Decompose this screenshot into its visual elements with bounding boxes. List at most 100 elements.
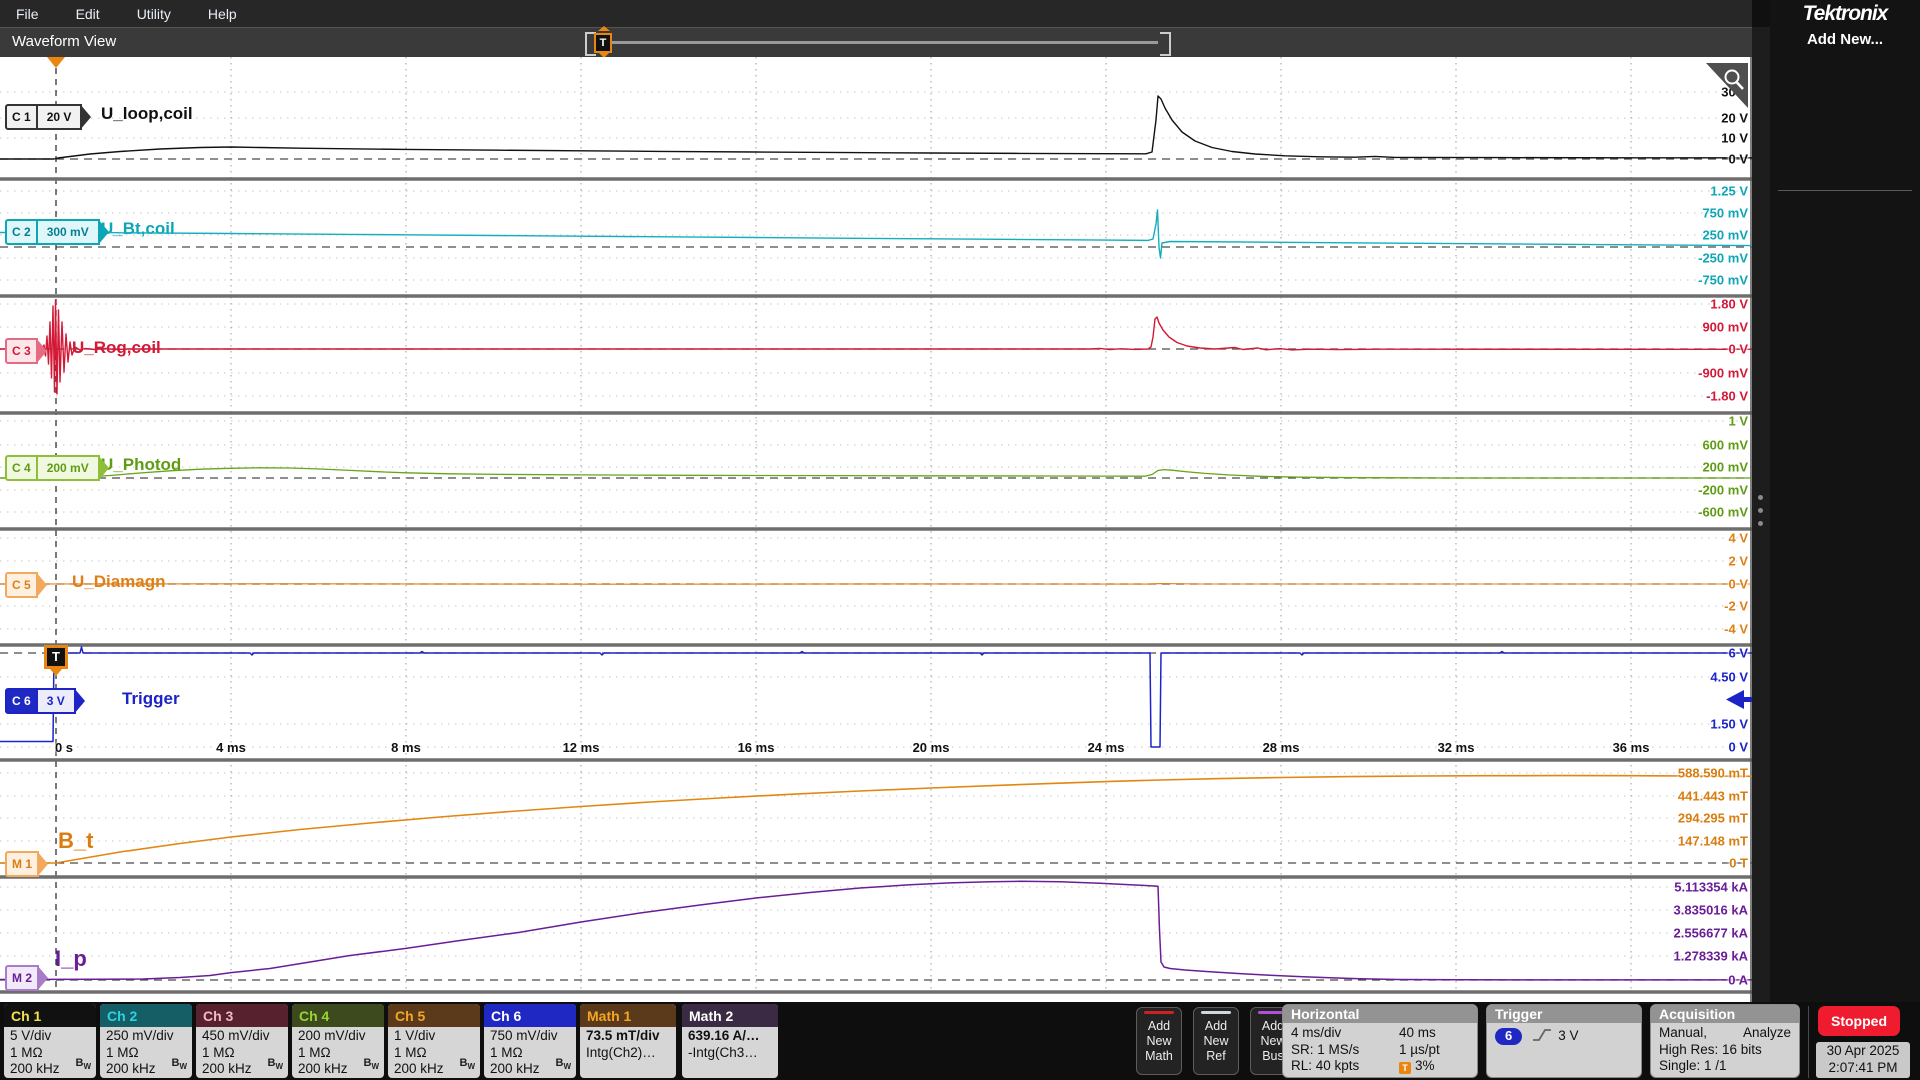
menu-bar: File Edit Utility Help [0, 0, 1752, 27]
right-panel: Tektronix Add New... [1770, 0, 1920, 1002]
overview-window-line[interactable] [612, 41, 1158, 44]
badge-title: Math 2 [682, 1004, 778, 1027]
menu-utility[interactable]: Utility [137, 6, 171, 22]
setting-row: 250 mV/div [106, 1028, 186, 1045]
badge-scale: 20 V [38, 106, 81, 128]
setting-row: 5 V/div [10, 1028, 90, 1045]
panel-splitter[interactable] [1752, 27, 1770, 1002]
math-badge-m2[interactable]: M 2 [5, 965, 39, 991]
badge-title: Ch 6 [484, 1004, 576, 1027]
channel-settings-badge-math2[interactable]: Math 2639.16 A/…-Intg(Ch3… [682, 1004, 778, 1078]
badge-id: M 1 [7, 853, 37, 875]
channel-badge-c1[interactable]: C 1 20 V [5, 104, 82, 130]
acq-mode: Manual, [1659, 1025, 1707, 1042]
badge-id: C 6 [7, 690, 38, 712]
rising-edge-icon [1532, 1028, 1552, 1042]
channel-badge-c2[interactable]: C 2 300 mV [5, 219, 100, 245]
time-label: 2:07:41 PM [1816, 1059, 1910, 1076]
bottom-status-bar: Ch 15 V/div1 MΩ200 kHzBWCh 2250 mV/div1 … [0, 1002, 1920, 1080]
channel-settings-badge-ch4[interactable]: Ch 4200 mV/div1 MΩ200 kHzBW [292, 1004, 384, 1078]
overview-right-bracket[interactable] [1160, 32, 1171, 56]
badge-title: Ch 2 [100, 1004, 192, 1027]
channel-badge-c6[interactable]: C 6 3 V [5, 688, 76, 714]
badge-id: M 2 [7, 967, 37, 989]
badge-id: C 1 [7, 106, 38, 128]
badge-settings: 450 mV/div1 MΩ200 kHzBW [196, 1027, 288, 1078]
badge-settings: 750 mV/div1 MΩ200 kHzBW [484, 1027, 576, 1078]
overview-trigger-icon[interactable]: T [594, 33, 612, 53]
h-scale: 4 ms/div [1291, 1025, 1399, 1042]
view-title: Waveform View [12, 33, 116, 50]
acq-single: Single: 1 /1 [1659, 1058, 1791, 1075]
badge-title: Ch 5 [388, 1004, 480, 1027]
badge-title: Ch 4 [292, 1004, 384, 1027]
menu-file[interactable]: File [16, 6, 39, 22]
badge-title: Math 1 [580, 1004, 676, 1027]
datetime-display: 30 Apr 2025 2:07:41 PM [1816, 1042, 1910, 1078]
tektronix-logo: Tektronix [1770, 2, 1920, 26]
bandwidth-limit-icon: BW [363, 1055, 379, 1076]
date-label: 30 Apr 2025 [1816, 1042, 1910, 1059]
bandwidth-limit-icon: BW [459, 1055, 475, 1076]
horizontal-title: Horizontal [1283, 1005, 1477, 1023]
acquisition-panel[interactable]: Acquisition Manual, Analyze High Res: 16 … [1650, 1004, 1800, 1078]
add-new-ref-button[interactable]: Add New Ref [1193, 1007, 1239, 1075]
menu-help[interactable]: Help [208, 6, 237, 22]
badge-settings: 1 V/div1 MΩ200 kHzBW [388, 1027, 480, 1078]
h-resolution: 1 µs/pt [1399, 1042, 1469, 1059]
overlay-layer [0, 57, 1752, 1002]
setting-row: 73.5 mT/div [586, 1028, 670, 1045]
setting-row: -Intg(Ch3… [688, 1045, 772, 1062]
acquisition-title: Acquisition [1651, 1005, 1799, 1023]
menu-edit[interactable]: Edit [76, 6, 100, 22]
channel-settings-badge-ch2[interactable]: Ch 2250 mV/div1 MΩ200 kHzBW [100, 1004, 192, 1078]
badge-scale: 200 mV [38, 457, 98, 479]
setting-row: 639.16 A/… [688, 1028, 772, 1045]
trigger-position-icon[interactable] [47, 57, 65, 68]
setting-row: 450 mV/div [202, 1028, 282, 1045]
channel-settings-badge-ch5[interactable]: Ch 51 V/div1 MΩ200 kHzBW [388, 1004, 480, 1078]
setting-row: Intg(Ch2)… [586, 1045, 670, 1062]
badge-scale: 3 V [38, 690, 74, 712]
badge-settings: 250 mV/div1 MΩ200 kHzBW [100, 1027, 192, 1078]
badge-settings: 639.16 A/…-Intg(Ch3… [682, 1027, 778, 1062]
badge-scale: 300 mV [38, 221, 98, 243]
math-badge-m1[interactable]: M 1 [5, 851, 39, 877]
run-stop-status-button[interactable]: Stopped [1818, 1006, 1900, 1036]
add-new-math-button[interactable]: Add New Math [1136, 1007, 1182, 1075]
setting-row: 750 mV/div [490, 1028, 570, 1045]
trigger-panel[interactable]: Trigger 63 V [1486, 1004, 1642, 1078]
trigger-position-icon: T [1399, 1062, 1411, 1074]
bandwidth-limit-icon: BW [75, 1055, 91, 1076]
channel-settings-badge-ch1[interactable]: Ch 15 V/div1 MΩ200 kHzBW [4, 1004, 96, 1078]
h-span: 40 ms [1399, 1025, 1469, 1042]
oscilloscope-app: File Edit Utility Help Waveform View T U… [0, 0, 1920, 1080]
splitter-grip-icon[interactable] [1758, 495, 1763, 534]
add-new-header: Add New... [1770, 31, 1920, 48]
bandwidth-limit-icon: BW [171, 1055, 187, 1076]
setting-row: 200 mV/div [298, 1028, 378, 1045]
trigger-level-arrow-icon[interactable] [1726, 690, 1752, 709]
channel-settings-badge-ch6[interactable]: Ch 6750 mV/div1 MΩ200 kHzBW [484, 1004, 576, 1078]
acq-analyze: Analyze [1743, 1025, 1791, 1042]
panel-divider [1778, 190, 1912, 191]
channel-badge-c5[interactable]: C 5 [5, 572, 38, 598]
h-position: T3% [1399, 1058, 1469, 1075]
h-samplerate: SR: 1 MS/s [1291, 1042, 1399, 1059]
badge-id: C 2 [7, 221, 38, 243]
badge-settings: 73.5 mT/divIntg(Ch2)… [580, 1027, 676, 1062]
trigger-title: Trigger [1487, 1005, 1641, 1023]
horizontal-panel[interactable]: Horizontal 4 ms/div40 ms SR: 1 MS/s1 µs/… [1282, 1004, 1478, 1078]
badge-title: Ch 3 [196, 1004, 288, 1027]
trigger-source-badge: 6 [1495, 1028, 1522, 1045]
setting-row: 1 V/div [394, 1028, 474, 1045]
channel-settings-badge-ch3[interactable]: Ch 3450 mV/div1 MΩ200 kHzBW [196, 1004, 288, 1078]
acq-highres: High Res: 16 bits [1659, 1042, 1791, 1059]
divider [1808, 1006, 1809, 1078]
badge-id: C 5 [7, 574, 36, 596]
channel-badge-c3[interactable]: C 3 [5, 338, 38, 364]
channel-settings-badge-math1[interactable]: Math 173.5 mT/divIntg(Ch2)… [580, 1004, 676, 1078]
zoom-corner-icon[interactable] [1706, 63, 1748, 108]
channel-badge-c4[interactable]: C 4 200 mV [5, 455, 100, 481]
trigger-source-marker-icon[interactable]: T [44, 645, 68, 669]
